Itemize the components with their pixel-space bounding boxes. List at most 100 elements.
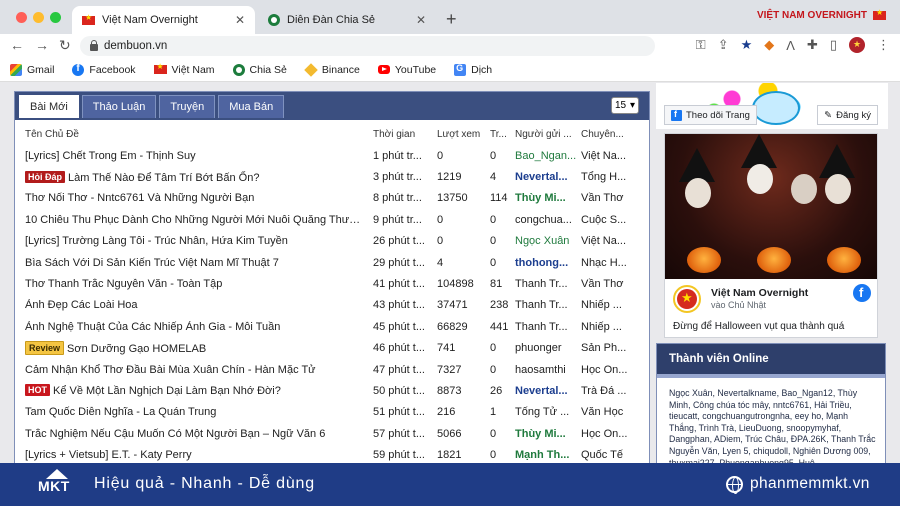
table-row[interactable]: Review Sơn Dưỡng Gạo HOMELAB 46 phút t... 7… — [15, 338, 649, 359]
table-row[interactable]: Tam Quốc Diễn Nghĩa - La Quán Trung 51 ph… — [15, 402, 649, 423]
close-icon[interactable]: ✕ — [416, 13, 426, 27]
topic-category[interactable]: Học On... — [577, 364, 629, 376]
new-tab-button[interactable]: + — [446, 9, 457, 30]
topic-category[interactable]: Cuộc S... — [577, 214, 629, 226]
signup-button[interactable]: ✎ Đăng ký — [817, 105, 878, 125]
bookmark-binance[interactable]: Binance — [304, 62, 360, 77]
table-row[interactable]: [Lyrics] Trường Làng Tôi - Trúc Nhân, Hứ… — [15, 231, 649, 252]
topic-title[interactable]: Cảm Nhận Khổ Thơ Đầu Bài Mùa Xuân Chín -… — [25, 364, 365, 376]
bookmark-youtube[interactable]: YouTube — [377, 64, 436, 76]
topic-title[interactable]: Trắc Nghiệm Nếu Cậu Muốn Có Một Người Bạ… — [25, 428, 365, 440]
bookmark-vietnam[interactable]: Việt Nam — [153, 62, 215, 76]
topic-category[interactable]: Trà Đá ... — [577, 385, 629, 397]
menu-icon[interactable]: ⋮ — [877, 37, 890, 53]
bookmark-dich[interactable]: Dịch — [454, 63, 492, 76]
table-row[interactable]: Ảnh Đẹp Các Loài Hoa 43 phút t... 37471 238… — [15, 295, 649, 316]
topic-poster[interactable]: Thanh Tr... — [511, 278, 577, 290]
topic-category[interactable]: Văn Học — [577, 406, 629, 418]
table-row[interactable]: [Lyrics + Vietsub] E.T. - Katy Perry 59 p… — [15, 444, 649, 463]
col-poster[interactable]: Người gửi ... — [511, 129, 577, 140]
topic-poster[interactable]: congchua... — [511, 214, 577, 226]
tab-vietnam-overnight[interactable]: Việt Nam Overnight ✕ — [72, 6, 255, 34]
table-row[interactable]: Trắc Nghiệm Nếu Cậu Muốn Có Một Người Bạ… — [15, 423, 649, 444]
star-icon[interactable]: ★ — [741, 37, 753, 53]
table-row[interactable]: Cảm Nhận Khổ Thơ Đầu Bài Mùa Xuân Chín -… — [15, 359, 649, 380]
back-arrow-icon[interactable]: ← — [10, 37, 24, 53]
sidebar-icon[interactable]: ▯ — [830, 37, 837, 53]
topic-category[interactable]: Vần Thơ — [577, 192, 629, 204]
topic-title[interactable]: [Lyrics] Trường Làng Tôi - Trúc Nhân, Hứ… — [25, 235, 365, 247]
topic-poster[interactable]: Nevertal... — [511, 171, 577, 183]
topic-poster[interactable]: Ngọc Xuân — [511, 235, 577, 247]
table-row[interactable]: HOT Kể Về Một Lần Nghịch Dại Làm Bạn Nhớ … — [15, 380, 649, 401]
topic-title[interactable]: Thơ Thanh Trắc Nguyễn Văn - Toàn Tập — [25, 278, 365, 290]
online-members-list[interactable]: Ngọc Xuân, Nevertalkname, Bao_Ngan12, Th… — [657, 378, 885, 463]
share-icon[interactable]: ⇪ — [718, 37, 729, 53]
tab-thao-luan[interactable]: Thảo Luận — [81, 95, 157, 118]
puzzle-icon[interactable]: ✚ — [807, 37, 818, 53]
topic-poster[interactable]: Thanh Tr... — [511, 299, 577, 311]
topic-title[interactable]: Thơ Nối Thơ - Nntc6761 Và Những Người Bạ… — [25, 192, 365, 204]
topic-title[interactable]: [Lyrics + Vietsub] E.T. - Katy Perry — [25, 449, 365, 461]
topic-poster[interactable]: thohong... — [511, 257, 577, 269]
bookmark-facebook[interactable]: Facebook — [72, 63, 136, 76]
fb-page-name[interactable]: Việt Nam Overnight — [711, 287, 808, 299]
forward-arrow-icon[interactable]: → — [35, 37, 49, 53]
topic-poster[interactable]: phuonger — [511, 342, 577, 354]
website-link[interactable]: phanmemmkt.vn — [750, 475, 870, 493]
topic-poster[interactable]: Bao_Ngan... — [511, 150, 577, 162]
topic-category[interactable]: Học On... — [577, 428, 629, 440]
facebook-page-card[interactable]: Việt Nam Overnight vào Chủ Nhật Đừng để … — [664, 133, 878, 338]
col-category[interactable]: Chuyên... — [577, 129, 629, 140]
tab-bai-moi[interactable]: Bài Mới — [19, 95, 79, 118]
reload-icon[interactable]: ↻ — [59, 37, 71, 54]
close-window-button[interactable] — [16, 12, 27, 23]
table-row[interactable]: Thơ Nối Thơ - Nntc6761 Và Những Người Bạ… — [15, 188, 649, 209]
table-row[interactable]: Bìa Sách Với Di Sản Kiến Trúc Việt Nam M… — [15, 252, 649, 273]
topic-category[interactable]: Quốc Tế — [577, 449, 629, 461]
table-row[interactable]: Ảnh Nghệ Thuật Của Các Nhiếp Ảnh Gia - M… — [15, 316, 649, 337]
col-title[interactable]: Tên Chủ Đề — [25, 129, 365, 140]
topic-title[interactable]: Hỏi Đáp Làm Thế Nào Để Tâm Trí Bớt Bấn Ổn… — [25, 170, 365, 184]
table-row[interactable]: Thơ Thanh Trắc Nguyễn Văn - Toàn Tập 41 p… — [15, 273, 649, 294]
topic-category[interactable]: Nhiếp ... — [577, 321, 629, 333]
topic-poster[interactable]: Mạnh Th... — [511, 449, 577, 461]
extension-a-icon[interactable]: Λ — [786, 38, 795, 53]
topic-category[interactable]: Việt Na... — [577, 150, 629, 162]
profile-avatar[interactable] — [849, 37, 865, 53]
col-replies[interactable]: Tr... — [484, 129, 511, 140]
topic-category[interactable]: Nhiếp ... — [577, 299, 629, 311]
topic-title[interactable]: Ảnh Đẹp Các Loài Hoa — [25, 299, 365, 311]
bookmark-gmail[interactable]: Gmail — [10, 63, 54, 76]
topic-category[interactable]: Việt Na... — [577, 235, 629, 247]
topic-title[interactable]: HOT Kể Về Một Lần Nghịch Dại Làm Bạn Nhớ … — [25, 384, 365, 397]
table-row[interactable]: 10 Chiêu Thu Phục Dành Cho Những Người M… — [15, 209, 649, 230]
key-icon[interactable]: ⚿ — [696, 37, 706, 53]
topic-poster[interactable]: haosamthi — [511, 364, 577, 376]
col-time[interactable]: Thời gian — [365, 129, 431, 140]
table-row[interactable]: [Lyrics] Chết Trong Em - Thịnh Suy 1 phút… — [15, 145, 649, 166]
topic-title[interactable]: Tam Quốc Diễn Nghĩa - La Quán Trung — [25, 406, 365, 418]
topic-category[interactable]: Sản Ph... — [577, 342, 629, 354]
page-size-select[interactable]: 15 ▾ — [611, 97, 639, 114]
minimize-window-button[interactable] — [33, 12, 44, 23]
table-row[interactable]: Hỏi Đáp Làm Thế Nào Để Tâm Trí Bớt Bấn Ổn… — [15, 166, 649, 187]
topic-category[interactable]: Vần Thơ — [577, 278, 629, 290]
topic-poster[interactable]: Thùy Mi... — [511, 428, 577, 440]
topic-title[interactable]: Bìa Sách Với Di Sản Kiến Trúc Việt Nam M… — [25, 257, 365, 269]
tab-dien-dan-chia-se[interactable]: Diễn Đàn Chia Sẻ ✕ — [258, 6, 436, 34]
topic-poster[interactable]: Thùy Mi... — [511, 192, 577, 204]
topic-category[interactable]: Tổng H... — [577, 171, 629, 183]
topic-category[interactable]: Nhạc H... — [577, 257, 629, 269]
address-bar[interactable]: dembuon.vn — [80, 36, 655, 56]
col-views[interactable]: Lượt xem — [431, 129, 484, 140]
tab-truyen[interactable]: Truyện — [159, 95, 216, 118]
topic-title[interactable]: 10 Chiêu Thu Phục Dành Cho Những Người M… — [25, 214, 365, 226]
bookmark-chiase[interactable]: Chia Sẻ — [232, 63, 287, 76]
topic-title[interactable]: [Lyrics] Chết Trong Em - Thịnh Suy — [25, 150, 365, 162]
follow-page-button[interactable]: Theo dõi Trang — [664, 105, 757, 125]
topic-poster[interactable]: Tống Tử ... — [511, 406, 577, 418]
tab-mua-ban[interactable]: Mua Bán — [218, 95, 285, 118]
topic-poster[interactable]: Nevertal... — [511, 385, 577, 397]
topic-title[interactable]: Review Sơn Dưỡng Gạo HOMELAB — [25, 341, 365, 356]
